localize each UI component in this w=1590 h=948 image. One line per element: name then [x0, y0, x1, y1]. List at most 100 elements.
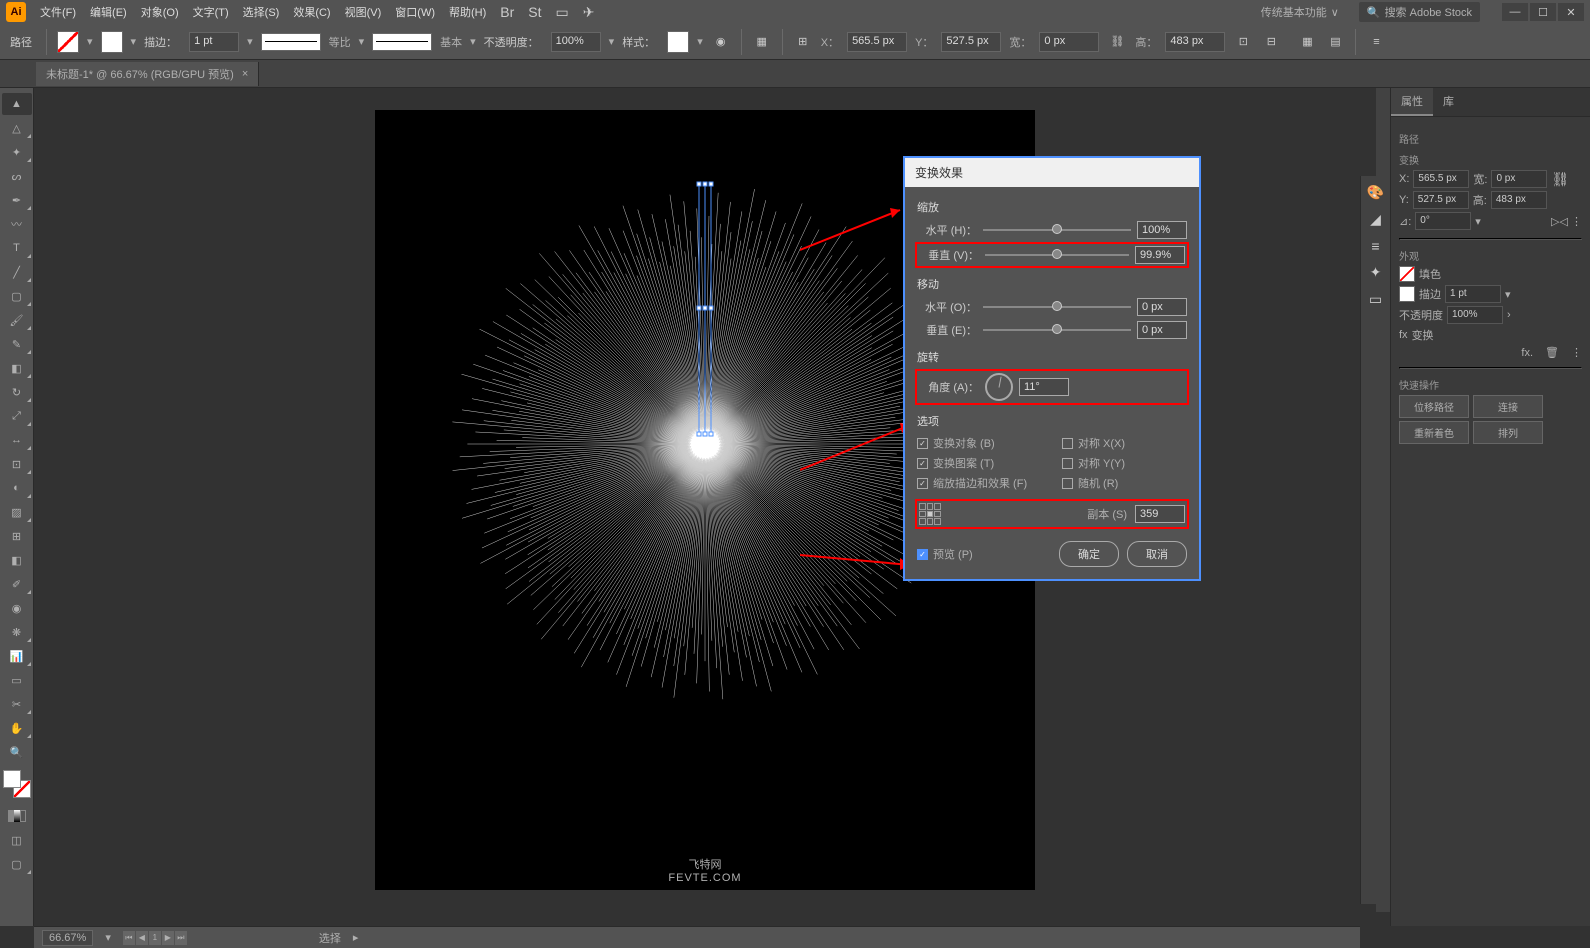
style-swatch[interactable]: [667, 31, 689, 53]
direct-select-tool[interactable]: △: [2, 117, 32, 139]
gradient-tool[interactable]: ◧: [2, 549, 32, 571]
nav-next[interactable]: ▶: [162, 931, 174, 945]
brushes-panel-icon[interactable]: ≡: [1371, 238, 1379, 254]
menu-window[interactable]: 窗口(W): [395, 4, 435, 20]
mirror-x-checkbox[interactable]: 对称 X(X): [1062, 435, 1187, 451]
mirror-y-checkbox[interactable]: 对称 Y(Y): [1062, 455, 1187, 471]
curvature-tool[interactable]: 〰: [2, 213, 32, 235]
join-button[interactable]: 连接: [1473, 395, 1543, 418]
stroke-profile[interactable]: [261, 33, 321, 51]
nav-last[interactable]: ⏭: [175, 931, 187, 945]
perspective-tool[interactable]: ▨: [2, 501, 32, 523]
prop-fill-swatch[interactable]: [1399, 266, 1415, 282]
shape-icon2[interactable]: ⊟: [1261, 32, 1281, 52]
library-tab[interactable]: 库: [1433, 88, 1464, 116]
hand-tool[interactable]: ✋: [2, 717, 32, 739]
scale-h-slider[interactable]: [983, 229, 1131, 231]
color-mode-icon[interactable]: [2, 805, 32, 827]
copies-input[interactable]: 359: [1135, 505, 1185, 523]
minimize-button[interactable]: —: [1502, 3, 1528, 21]
shape-builder-tool[interactable]: ◐: [2, 477, 32, 499]
move-v-slider[interactable]: [983, 329, 1131, 331]
draw-mode-icon[interactable]: ◫: [2, 829, 32, 851]
add-effect-icon[interactable]: fx.: [1521, 347, 1533, 359]
bridge-icon[interactable]: Br: [500, 4, 514, 20]
prop-angle-input[interactable]: 0°: [1415, 212, 1471, 230]
anchor-origin[interactable]: [919, 503, 941, 525]
pen-tool[interactable]: ✒: [2, 189, 32, 211]
magic-wand-tool[interactable]: ✦: [2, 141, 32, 163]
close-tab-icon[interactable]: ×: [242, 68, 248, 80]
stroke-panel-icon[interactable]: ▭: [1369, 291, 1382, 308]
stroke-swatch[interactable]: [101, 31, 123, 53]
gpu-icon[interactable]: ✈: [583, 4, 595, 21]
prop-y-input[interactable]: 527.5 px: [1413, 191, 1469, 209]
recolor-icon[interactable]: ◉: [711, 32, 731, 52]
menu-text[interactable]: 文字(T): [193, 4, 229, 20]
transform-object-checkbox[interactable]: ✓变换对象 (B): [917, 435, 1042, 451]
scale-v-slider[interactable]: [985, 254, 1129, 256]
move-h-input[interactable]: 0 px: [1137, 298, 1187, 316]
arrange-button[interactable]: 排列: [1473, 421, 1543, 444]
angle-input[interactable]: 11°: [1019, 378, 1069, 396]
transform-pattern-checkbox[interactable]: ✓变换图案 (T): [917, 455, 1042, 471]
free-transform-tool[interactable]: ⊡: [2, 453, 32, 475]
graph-tool[interactable]: 📊: [2, 645, 32, 667]
pencil-tool[interactable]: ✎: [2, 333, 32, 355]
document-tab[interactable]: 未标题-1* @ 66.67% (RGB/GPU 预览) ×: [36, 62, 259, 86]
move-h-slider[interactable]: [983, 306, 1131, 308]
zoom-tool[interactable]: 🔍: [2, 741, 32, 763]
angle-dial[interactable]: [985, 373, 1013, 401]
properties-tab[interactable]: 属性: [1391, 88, 1433, 116]
slice-tool[interactable]: ✂: [2, 693, 32, 715]
mesh-tool[interactable]: ⊞: [2, 525, 32, 547]
preview-checkbox[interactable]: ✓ 预览 (P): [917, 546, 973, 562]
anchor-ref-icon[interactable]: ⊞: [793, 32, 813, 52]
opacity-input[interactable]: 100%: [551, 32, 601, 52]
prop-x-input[interactable]: 565.5 px: [1413, 170, 1469, 188]
scale-v-input[interactable]: 99.9%: [1135, 246, 1185, 264]
arrange-icon[interactable]: ▭: [556, 4, 569, 21]
prop-stroke-swatch[interactable]: [1399, 286, 1415, 302]
eyedropper-tool[interactable]: ✐: [2, 573, 32, 595]
prop-w-input[interactable]: 0 px: [1491, 170, 1547, 188]
shape-icon1[interactable]: ⊡: [1233, 32, 1253, 52]
fill-swatch[interactable]: [57, 31, 79, 53]
nav-prev[interactable]: ◀: [136, 931, 148, 945]
line-tool[interactable]: ╱: [2, 261, 32, 283]
menu-effect[interactable]: 效果(C): [293, 4, 330, 20]
screen-mode-icon[interactable]: ▢: [2, 853, 32, 875]
h-input[interactable]: 483 px: [1165, 32, 1225, 52]
symbols-panel-icon[interactable]: ✦: [1370, 264, 1382, 281]
nav-artboard[interactable]: 1: [149, 931, 161, 945]
rotate-tool[interactable]: ↻: [2, 381, 32, 403]
isolate-icon[interactable]: ▦: [1297, 32, 1317, 52]
stock-search[interactable]: 🔍 搜索 Adobe Stock: [1359, 2, 1480, 22]
applied-effect[interactable]: 变换: [1412, 327, 1434, 343]
nav-first[interactable]: ⏮: [123, 931, 135, 945]
ok-button[interactable]: 确定: [1059, 541, 1119, 567]
maximize-button[interactable]: ☐: [1530, 3, 1556, 21]
scale-stroke-checkbox[interactable]: ✓缩放描边和效果 (F): [917, 475, 1042, 491]
prop-h-input[interactable]: 483 px: [1491, 191, 1547, 209]
menu-file[interactable]: 文件(F): [40, 4, 76, 20]
cancel-button[interactable]: 取消: [1127, 541, 1187, 567]
menu-icon[interactable]: ≡: [1366, 32, 1386, 52]
eraser-tool[interactable]: ◧: [2, 357, 32, 379]
brush-def[interactable]: [372, 33, 432, 51]
menu-help[interactable]: 帮助(H): [449, 4, 486, 20]
stock-icon[interactable]: St: [528, 4, 541, 20]
recolor-button[interactable]: 重新着色: [1399, 421, 1469, 444]
menu-view[interactable]: 视图(V): [345, 4, 382, 20]
scale-tool[interactable]: ⤢: [2, 405, 32, 427]
offset-path-button[interactable]: 位移路径: [1399, 395, 1469, 418]
blend-tool[interactable]: ◉: [2, 597, 32, 619]
artboard-tool[interactable]: ▭: [2, 669, 32, 691]
prop-opacity-input[interactable]: 100%: [1447, 306, 1503, 324]
random-checkbox[interactable]: 随机 (R): [1062, 475, 1187, 491]
brush-tool[interactable]: 🖌: [2, 309, 32, 331]
menu-select[interactable]: 选择(S): [243, 4, 280, 20]
move-v-input[interactable]: 0 px: [1137, 321, 1187, 339]
type-tool[interactable]: T: [2, 237, 32, 259]
rectangle-tool[interactable]: ▢: [2, 285, 32, 307]
